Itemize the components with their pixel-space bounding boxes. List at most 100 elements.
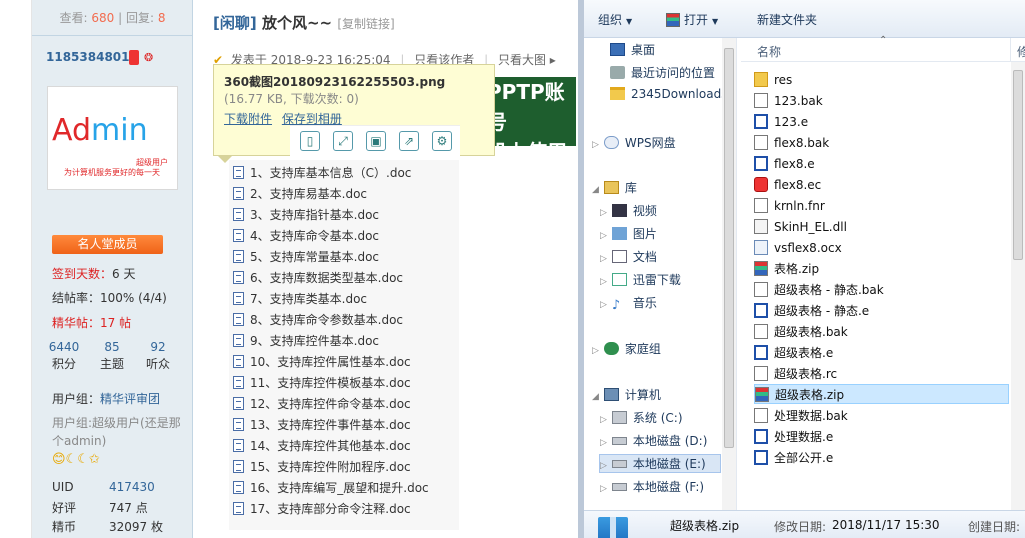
nav-wps-cloud[interactable]: ▷ WPS网盘 — [592, 134, 676, 151]
doc-attachment[interactable]: 12、支持库控件命令基本.doc — [233, 395, 411, 412]
expand-arrow-icon[interactable]: ▷ — [600, 415, 607, 425]
nav-thunder-downloads[interactable]: ▷ 迅雷下载 — [600, 271, 681, 288]
nav-pictures[interactable]: ▷ 图片 — [600, 225, 657, 242]
nav-music[interactable]: ▷ ♪ 音乐 — [600, 294, 657, 312]
expand-arrow-icon[interactable]: ▷ — [600, 461, 607, 471]
copy-icon[interactable]: ▯ — [300, 131, 320, 151]
doc-attachment[interactable]: 16、支持库编写_展望和提升.doc — [233, 479, 429, 496]
nav-recent[interactable]: 最近访问的位置 — [610, 64, 715, 81]
file-list-scrollbar[interactable] — [1011, 62, 1025, 510]
scrollbar-thumb[interactable] — [1013, 70, 1023, 260]
nav-documents[interactable]: ▷ 文档 — [600, 248, 657, 265]
file-row[interactable]: 超级表格 - 静态.bak2 — [754, 280, 1009, 300]
scrollbar-thumb[interactable] — [724, 48, 734, 448]
file-row[interactable]: 表格.zip2 — [754, 259, 1009, 279]
expand-arrow-icon[interactable]: ▷ — [600, 300, 607, 310]
open-button[interactable]: 打开 ▼ — [666, 11, 718, 28]
nav-library[interactable]: ◢ 库 — [592, 179, 637, 196]
stat-topics[interactable]: 85 主题 — [88, 339, 136, 373]
file-row[interactable]: 处理数据.bak2 — [754, 406, 1009, 426]
expand-arrow-icon[interactable]: ▷ — [600, 254, 607, 264]
nav-drive-f[interactable]: ▷ 本地磁盘 (F:) — [600, 478, 704, 495]
doc-attachment[interactable]: 15、支持库控件附加程序.doc — [233, 458, 411, 475]
doc-attachment[interactable]: 9、支持库控件基本.doc — [233, 332, 379, 349]
save-icon[interactable]: ▣ — [366, 131, 386, 151]
file-row[interactable]: 超级表格.rc2 — [754, 364, 1009, 384]
expand-arrow-icon[interactable]: ▷ — [592, 140, 599, 150]
user-group-link[interactable]: 精华评审团 — [100, 392, 160, 406]
expand-arrow-icon[interactable]: ▷ — [592, 346, 599, 356]
doc-attachment[interactable]: 10、支持库控件属性基本.doc — [233, 353, 411, 370]
doc-attachment[interactable]: 5、支持库常量基本.doc — [233, 248, 379, 265]
doc-attachment[interactable]: 17、支持库部分命令注释.doc — [233, 500, 411, 517]
uid-value[interactable]: 417430 — [109, 480, 155, 494]
ad-banner-image[interactable]: PPTP账号 机上使用 — [481, 77, 576, 146]
big-image-link[interactable]: 只看大图 — [498, 53, 546, 67]
doc-attachment[interactable]: 11、支持库控件模板基本.doc — [233, 374, 411, 391]
expand-arrow-icon[interactable]: ▷ — [600, 208, 607, 218]
stat-listeners[interactable]: 92 听众 — [134, 339, 182, 373]
file-row[interactable]: 全部公开.e2 — [754, 448, 1009, 468]
file-row-selected[interactable]: 超级表格.zip2 — [754, 384, 1009, 404]
file-row[interactable]: 超级表格 - 静态.e2 — [754, 301, 1009, 321]
fullscreen-icon[interactable]: ⤢ — [333, 131, 353, 151]
nav-drive-c[interactable]: ▷ 系统 (C:) — [600, 409, 683, 426]
file-row[interactable]: 超级表格.bak2 — [754, 322, 1009, 342]
file-row[interactable]: 123.bak2 — [754, 91, 1009, 111]
nav-videos[interactable]: ▷ 视频 — [600, 202, 657, 219]
file-row[interactable]: 处理数据.e2 — [754, 427, 1009, 447]
save-to-album-link[interactable]: 保存到相册 — [282, 112, 342, 126]
share-icon[interactable]: ⇗ — [399, 131, 419, 151]
doc-attachment[interactable]: 8、支持库命令参数基本.doc — [233, 311, 403, 328]
hall-of-fame-button[interactable]: 名人堂成员 — [52, 235, 163, 254]
file-name: flex8.ec — [774, 178, 822, 192]
doc-attachment[interactable]: 14、支持库控件其他基本.doc — [233, 437, 411, 454]
username-link[interactable]: 1185384801 — [46, 50, 130, 64]
doc-attachment[interactable]: 4、支持库命令基本.doc — [233, 227, 379, 244]
post-category-tag[interactable]: [闲聊] — [213, 14, 257, 32]
column-separator[interactable] — [1010, 38, 1011, 62]
pane-splitter[interactable] — [736, 38, 740, 510]
file-row[interactable]: 超级表格.e2 — [754, 343, 1009, 363]
file-row[interactable]: 123.e2 — [754, 112, 1009, 132]
column-date-header[interactable]: 修 — [1017, 43, 1025, 60]
nav-computer[interactable]: ◢ 计算机 — [592, 386, 661, 403]
nav-desktop[interactable]: 桌面 — [610, 41, 655, 58]
expand-arrow-icon[interactable]: ▷ — [600, 438, 607, 448]
doc-attachment[interactable]: 7、支持库类基本.doc — [233, 290, 367, 307]
file-row[interactable]: SkinH_EL.dll2 — [754, 217, 1009, 237]
file-row[interactable]: flex8.ec2 — [754, 175, 1009, 195]
avatar[interactable]: Admin 超级用户 为计算机服务更好的每一天 — [47, 86, 178, 190]
expand-arrow-icon[interactable]: ▷ — [600, 484, 607, 494]
copy-link-button[interactable]: [复制链接] — [337, 17, 394, 31]
nav-homegroup[interactable]: ▷ 家庭组 — [592, 340, 661, 357]
doc-attachment[interactable]: 13、支持库控件事件基本.doc — [233, 416, 411, 433]
expand-arrow-icon[interactable]: ▷ — [600, 277, 607, 287]
column-name-header[interactable]: 名称 — [757, 43, 781, 60]
stat-points[interactable]: 6440 积分 — [40, 339, 88, 373]
chevron-right-icon[interactable]: ▸ — [550, 53, 556, 67]
nav-2345downloads[interactable]: 2345Downloads — [610, 87, 727, 101]
file-row[interactable]: flex8.bak2 — [754, 133, 1009, 153]
settings-icon[interactable]: ⚙ — [432, 131, 452, 151]
expand-arrow-icon[interactable]: ▷ — [600, 231, 607, 241]
organize-button[interactable]: 组织 ▼ — [598, 11, 632, 28]
doc-attachment[interactable]: 3、支持库指针基本.doc — [233, 206, 379, 223]
nav-drive-e[interactable]: ▷ 本地磁盘 (E:) — [599, 454, 721, 473]
file-row[interactable]: vsflex8.ocx2 — [754, 238, 1009, 258]
nav-scrollbar[interactable] — [722, 38, 736, 510]
file-row[interactable]: flex8.e2 — [754, 154, 1009, 174]
collapse-arrow-icon[interactable]: ◢ — [592, 185, 599, 195]
file-name: flex8.e — [774, 157, 815, 171]
file-row[interactable]: krnln.fnr2 — [754, 196, 1009, 216]
doc-attachment[interactable]: 2、支持库易基本.doc — [233, 185, 367, 202]
doc-attachment[interactable]: 6、支持库数据类型基本.doc — [233, 269, 403, 286]
doc-attachment[interactable]: 1、支持库基本信息（C）.doc — [233, 164, 411, 181]
file-row[interactable]: res2 — [754, 70, 1009, 90]
collapse-arrow-icon[interactable]: ◢ — [592, 392, 599, 402]
nav-drive-d[interactable]: ▷ 本地磁盘 (D:) — [600, 432, 707, 449]
nav-label: 本地磁盘 (D:) — [632, 434, 708, 448]
download-attachment-link[interactable]: 下载附件 — [224, 112, 272, 126]
doc-name: 5、支持库常量基本.doc — [250, 250, 380, 264]
new-folder-button[interactable]: 新建文件夹 — [757, 11, 817, 28]
